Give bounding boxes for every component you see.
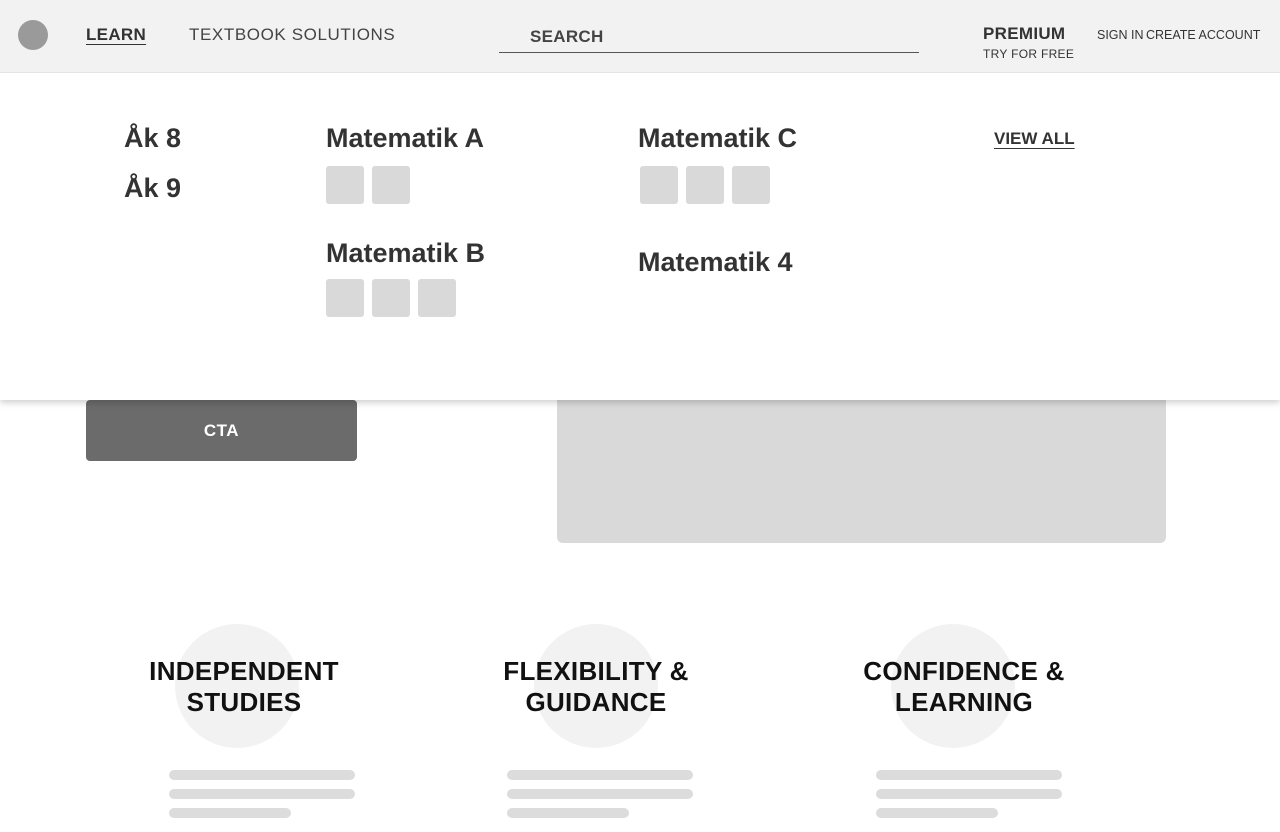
create-account-link[interactable]: CREATE ACCOUNT	[1146, 28, 1260, 42]
chapter-chip[interactable]	[326, 279, 364, 317]
page: LEARN TEXTBOOK SOLUTIONS PREMIUM TRY FOR…	[0, 0, 1280, 832]
feature-title-line: FLEXIBILITY &	[503, 656, 689, 686]
chapter-chip[interactable]	[326, 166, 364, 204]
feature-flexibility-guidance: FLEXIBILITY & GUIDANCE	[426, 624, 766, 832]
chapter-chip[interactable]	[732, 166, 770, 204]
feature-title-line: STUDIES	[186, 687, 302, 717]
nav-textbook-solutions-link[interactable]: TEXTBOOK SOLUTIONS	[189, 25, 395, 45]
logo[interactable]	[18, 20, 48, 50]
text-line-placeholder	[876, 789, 1062, 799]
grade-item-ak-8[interactable]: Åk 8	[124, 123, 181, 154]
search-input[interactable]	[499, 22, 919, 53]
course-title-matematik-4[interactable]: Matematik 4	[638, 247, 793, 278]
text-line-placeholder	[169, 770, 355, 780]
learn-dropdown-menu: Åk 8 Åk 9 Matematik A Matematik B Matema…	[0, 73, 1280, 400]
grade-item-ak-9[interactable]: Åk 9	[124, 173, 181, 204]
feature-title-line: LEARNING	[894, 687, 1034, 717]
premium-title: PREMIUM	[983, 24, 1066, 43]
text-line-placeholder	[876, 808, 998, 818]
feature-title-line: GUIDANCE	[525, 687, 667, 717]
feature-title-line: CONFIDENCE &	[863, 656, 1065, 686]
feature-independent-studies: INDEPENDENT STUDIES	[74, 624, 414, 832]
feature-title: FLEXIBILITY & GUIDANCE	[426, 656, 766, 718]
course-title-matematik-c[interactable]: Matematik C	[638, 123, 797, 154]
chapter-chip[interactable]	[372, 166, 410, 204]
chapter-chip[interactable]	[640, 166, 678, 204]
nav-learn-link[interactable]: LEARN	[86, 25, 146, 45]
course-title-matematik-b[interactable]: Matematik B	[326, 238, 485, 269]
text-line-placeholder	[507, 808, 629, 818]
course-title-matematik-a[interactable]: Matematik A	[326, 123, 484, 154]
cta-button[interactable]: CTA	[86, 400, 357, 461]
text-line-placeholder	[169, 808, 291, 818]
feature-confidence-learning: CONFIDENCE & LEARNING	[794, 624, 1134, 832]
chapter-chip[interactable]	[418, 279, 456, 317]
feature-title: INDEPENDENT STUDIES	[74, 656, 414, 718]
course-chips-matematik-c	[640, 166, 770, 204]
feature-title-line: INDEPENDENT	[149, 656, 339, 686]
text-line-placeholder	[169, 789, 355, 799]
chapter-chip[interactable]	[686, 166, 724, 204]
sign-in-link[interactable]: SIGN IN	[1097, 28, 1144, 42]
text-line-placeholder	[507, 789, 693, 799]
premium-link[interactable]: PREMIUM TRY FOR FREE	[983, 24, 1074, 61]
course-chips-matematik-a	[326, 166, 410, 204]
top-navigation-bar: LEARN TEXTBOOK SOLUTIONS PREMIUM TRY FOR…	[0, 0, 1280, 73]
chapter-chip[interactable]	[372, 279, 410, 317]
feature-title: CONFIDENCE & LEARNING	[794, 656, 1134, 718]
view-all-link[interactable]: VIEW ALL	[994, 129, 1075, 149]
course-chips-matematik-b	[326, 279, 456, 317]
text-line-placeholder	[507, 770, 693, 780]
premium-subtitle: TRY FOR FREE	[983, 47, 1075, 61]
text-line-placeholder	[876, 770, 1062, 780]
